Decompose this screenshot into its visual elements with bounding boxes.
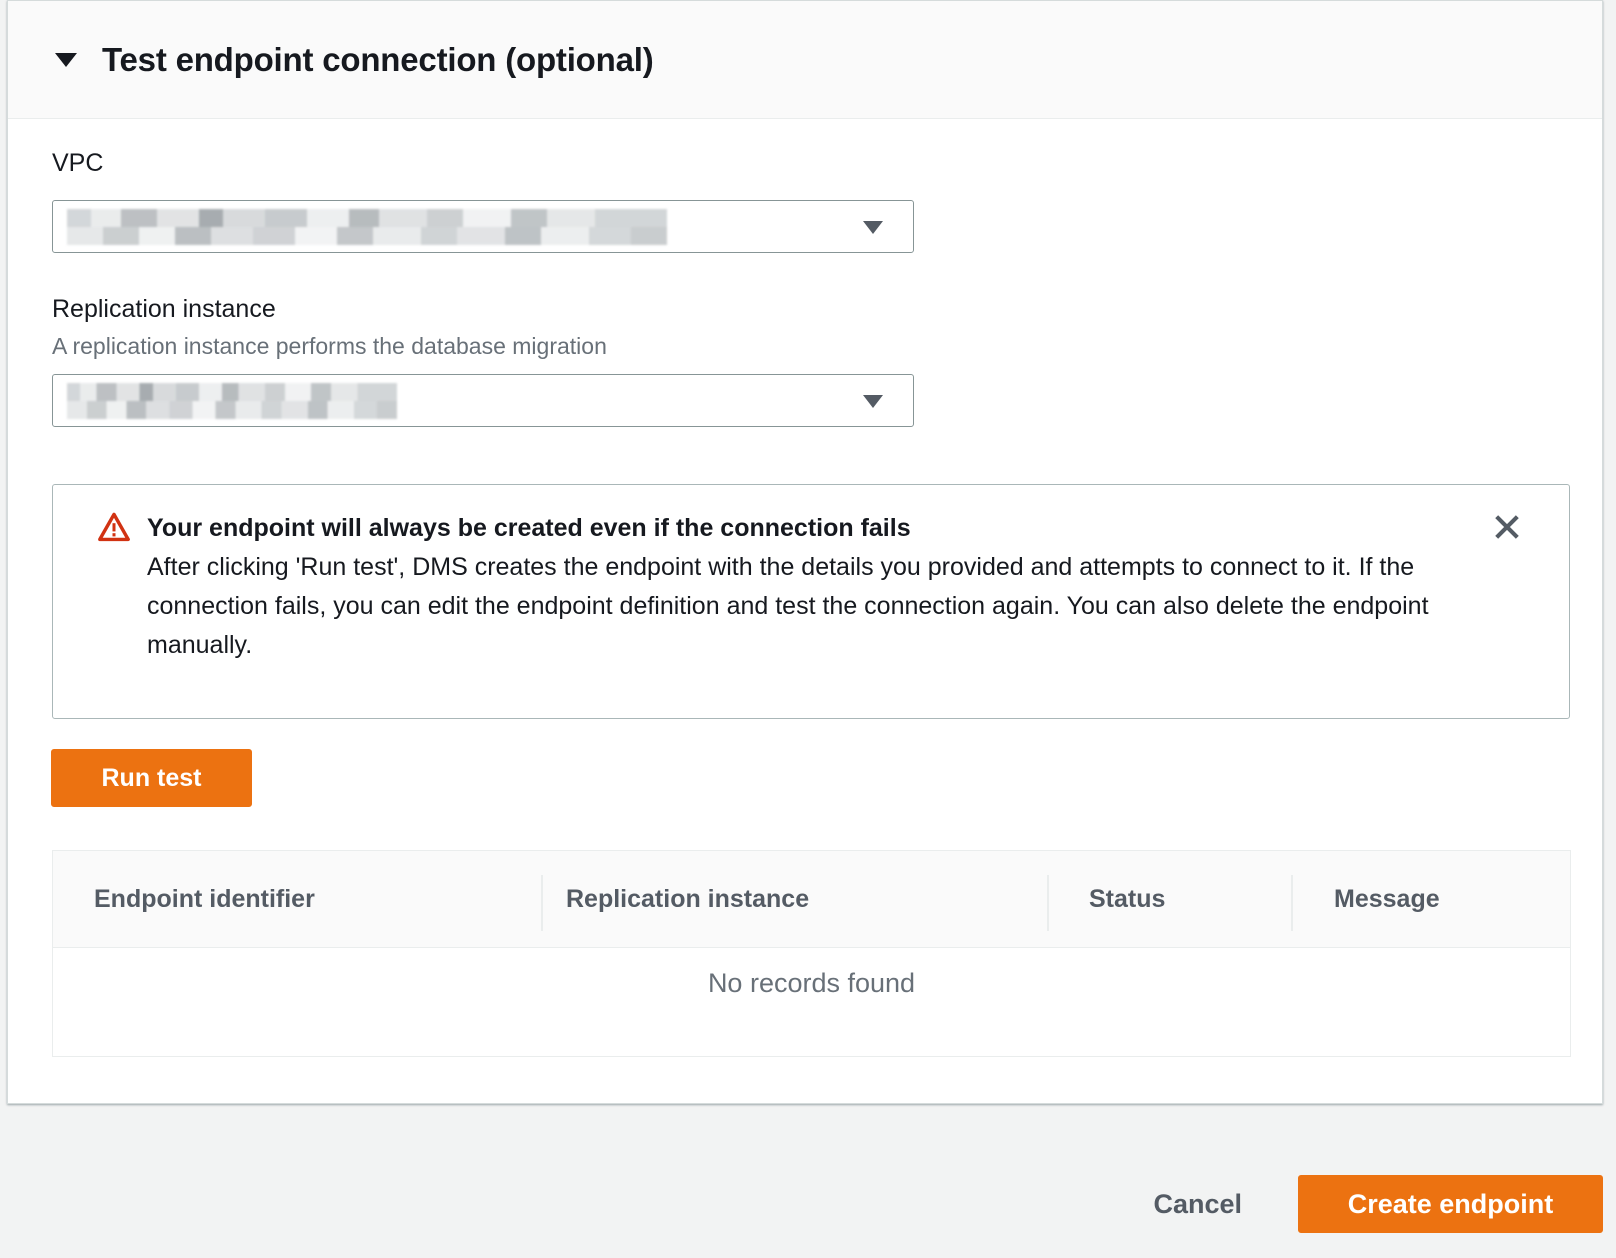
column-header-endpoint-identifier: Endpoint identifier — [53, 851, 541, 947]
footer-actions: Cancel Create endpoint — [0, 1150, 1616, 1258]
column-header-replication-instance: Replication instance — [541, 851, 1047, 947]
triangle-down-icon — [55, 53, 77, 67]
test-endpoint-connection-panel: Test endpoint connection (optional) VPC … — [7, 0, 1603, 1104]
connection-results-table: Endpoint identifier Replication instance… — [52, 850, 1571, 1057]
run-test-button[interactable]: Run test — [51, 749, 252, 807]
vpc-select[interactable] — [52, 200, 914, 253]
dropdown-arrow-icon — [863, 395, 883, 408]
warning-body: After clicking 'Run test', DMS creates t… — [147, 548, 1457, 665]
panel-header[interactable]: Test endpoint connection (optional) — [8, 1, 1602, 119]
table-header-row: Endpoint identifier Replication instance… — [53, 851, 1570, 948]
replication-instance-select[interactable] — [52, 374, 914, 427]
vpc-redacted-value — [67, 209, 667, 245]
table-empty-state: No records found — [53, 948, 1570, 1056]
warning-title: Your endpoint will always be created eve… — [147, 509, 1457, 547]
dropdown-arrow-icon — [863, 221, 883, 234]
close-icon[interactable] — [1489, 509, 1525, 545]
panel-title: Test endpoint connection (optional) — [102, 41, 654, 79]
column-header-status: Status — [1047, 851, 1291, 947]
replication-instance-description: A replication instance performs the data… — [52, 333, 607, 360]
create-endpoint-button[interactable]: Create endpoint — [1298, 1175, 1603, 1233]
warning-icon — [97, 511, 131, 548]
column-header-message: Message — [1291, 851, 1570, 947]
vpc-label: VPC — [52, 149, 103, 178]
cancel-button[interactable]: Cancel — [1141, 1189, 1254, 1220]
replication-instance-label: Replication instance — [52, 295, 276, 324]
warning-alert: Your endpoint will always be created eve… — [52, 484, 1570, 719]
replication-instance-redacted-value — [67, 383, 397, 419]
